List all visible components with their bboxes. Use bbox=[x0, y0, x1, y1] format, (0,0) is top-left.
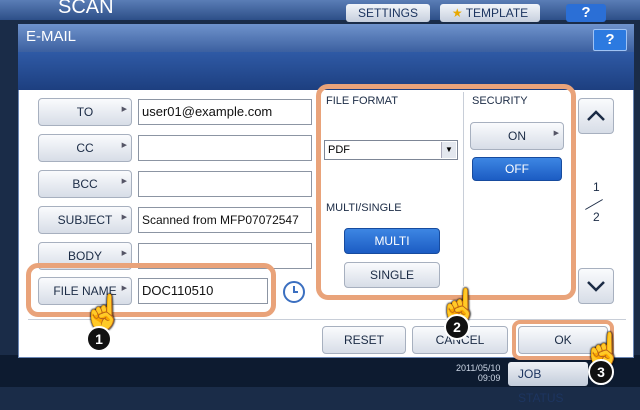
dialog-help-button[interactable]: ? bbox=[593, 29, 627, 51]
background-help-button[interactable]: ? bbox=[566, 4, 606, 22]
reset-button[interactable]: RESET bbox=[322, 326, 406, 354]
date-text: 2011/05/10 bbox=[456, 363, 501, 373]
body-label: BODY bbox=[67, 249, 102, 263]
arrow-icon: ▶ bbox=[121, 106, 127, 113]
cc-field[interactable] bbox=[138, 135, 312, 161]
scroll-up-button[interactable] bbox=[578, 98, 614, 134]
template-label: TEMPLATE bbox=[465, 6, 529, 20]
star-icon: ★ bbox=[451, 6, 463, 20]
pointing-hand-icon: ☝ bbox=[82, 294, 125, 332]
arrow-icon: ▶ bbox=[121, 178, 127, 185]
dialog-titlebar bbox=[18, 24, 634, 52]
settings-button[interactable]: SETTINGS bbox=[346, 4, 430, 22]
clock: 2011/05/10 09:09 bbox=[456, 363, 500, 383]
page-total: 2 bbox=[593, 210, 600, 224]
scroll-down-button[interactable] bbox=[578, 268, 614, 304]
subject-label: SUBJECT bbox=[57, 213, 113, 227]
bcc-button[interactable]: BCC ▶ bbox=[38, 170, 132, 198]
chevron-down-icon bbox=[587, 281, 605, 292]
to-field[interactable]: user01@example.com bbox=[138, 99, 312, 125]
bcc-field[interactable] bbox=[138, 171, 312, 197]
file-name-highlight bbox=[26, 263, 276, 317]
job-status-button[interactable]: JOB STATUS bbox=[508, 362, 588, 405]
step-badge: 3 bbox=[588, 359, 614, 385]
arrow-icon: ▶ bbox=[121, 214, 127, 221]
dialog-title: E-MAIL bbox=[26, 28, 77, 45]
subject-field[interactable]: Scanned from MFP07072547 bbox=[138, 207, 312, 233]
time-text: 09:09 bbox=[477, 373, 501, 383]
step-badge: 1 bbox=[86, 326, 112, 352]
chevron-up-icon bbox=[587, 110, 605, 121]
bcc-label: BCC bbox=[72, 177, 98, 191]
step-badge: 2 bbox=[444, 314, 470, 340]
subject-button[interactable]: SUBJECT ▶ bbox=[38, 206, 132, 234]
page-current: 1 bbox=[593, 180, 600, 194]
cc-label: CC bbox=[76, 141, 94, 155]
to-button[interactable]: TO ▶ bbox=[38, 98, 132, 126]
clock-icon[interactable] bbox=[282, 280, 306, 304]
to-label: TO bbox=[76, 105, 94, 119]
arrow-icon: ▶ bbox=[121, 142, 127, 149]
background-title: SCAN bbox=[58, 0, 114, 18]
template-button[interactable]: ★ TEMPLATE bbox=[440, 4, 540, 22]
options-highlight bbox=[316, 84, 576, 300]
cc-button[interactable]: CC ▶ bbox=[38, 134, 132, 162]
